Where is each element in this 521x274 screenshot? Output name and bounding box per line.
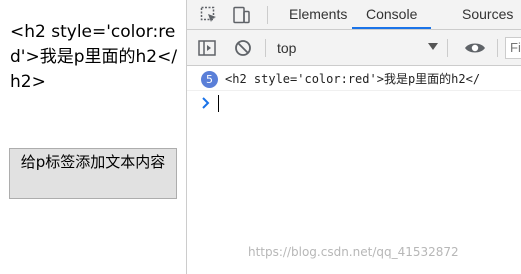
tab-console[interactable]: Console [352, 0, 432, 29]
repeat-count-badge: 5 [201, 71, 218, 88]
screenshot-root: <h2 style='color:red'>我是p里面的h2</h2> 给p标签… [0, 0, 521, 274]
device-toolbar-icon[interactable] [231, 5, 251, 25]
console-message-text: <h2 style='color:red'>我是p里面的h2</ [225, 72, 481, 86]
toolbar-divider-3 [497, 39, 498, 57]
inspect-element-icon[interactable] [199, 5, 219, 25]
console-toolbar: top Fi [187, 30, 521, 66]
toolbar-divider [265, 39, 266, 57]
live-expression-eye-icon[interactable] [464, 38, 485, 58]
toolbar-divider-2 [447, 39, 448, 57]
show-sidebar-icon[interactable] [197, 38, 217, 58]
clear-console-icon[interactable] [233, 38, 253, 58]
tab-sources[interactable]: Sources [462, 0, 513, 29]
devtools-panel: Elements Console Sources top Fi 5 <h2 st… [186, 0, 521, 274]
add-text-to-p-button[interactable]: 给p标签添加文本内容 [9, 148, 177, 199]
dropdown-caret-icon[interactable] [428, 43, 438, 50]
p-element-text: <h2 style='color:red'>我是p里面的h2</h2> [10, 22, 178, 92]
console-filter-input[interactable]: Fi [505, 37, 521, 59]
prompt-chevron-icon [201, 96, 211, 115]
devtools-tab-bar: Elements Console Sources [187, 0, 521, 30]
javascript-context-select[interactable]: top [277, 36, 437, 60]
text-caret [218, 95, 219, 112]
console-message-row: 5 <h2 style='color:red'>我是p里面的h2</ [187, 67, 521, 91]
watermark: https://blog.csdn.net/qq_41532872 [248, 245, 459, 259]
tab-elements[interactable]: Elements [289, 0, 347, 29]
page-viewport: <h2 style='color:red'>我是p里面的h2</h2> 给p标签… [0, 0, 186, 274]
console-prompt[interactable] [187, 92, 521, 114]
tab-bar-divider [267, 6, 268, 24]
